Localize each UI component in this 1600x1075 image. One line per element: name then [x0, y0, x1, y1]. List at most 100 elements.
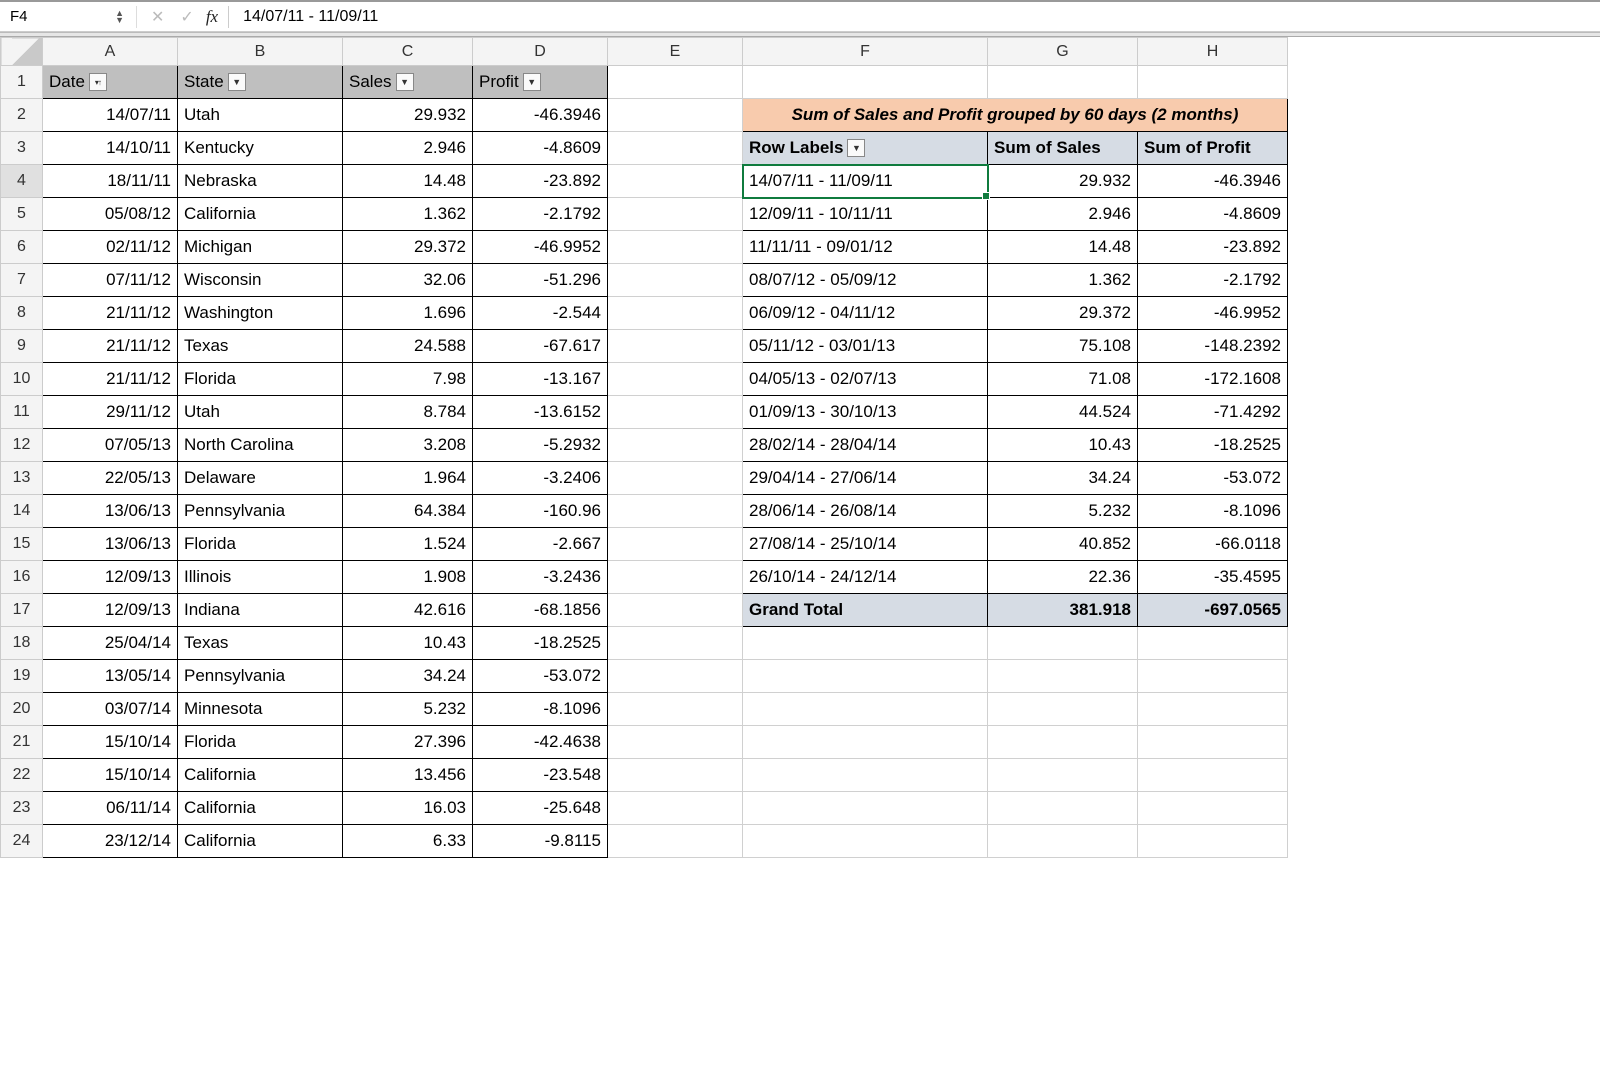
cell[interactable]: [608, 396, 743, 429]
cell-state[interactable]: Utah: [178, 99, 343, 132]
cell-sales[interactable]: 1.696: [343, 297, 473, 330]
cell[interactable]: [988, 660, 1138, 693]
cell-sales[interactable]: 32.06: [343, 264, 473, 297]
cell-profit[interactable]: -5.2932: [473, 429, 608, 462]
cell-date[interactable]: 06/11/14: [43, 792, 178, 825]
pivot-row-sales[interactable]: 75.108: [988, 330, 1138, 363]
cell-sales[interactable]: 1.362: [343, 198, 473, 231]
cancel-icon[interactable]: ✕: [143, 7, 172, 27]
cell-date[interactable]: 05/08/12: [43, 198, 178, 231]
pivot-row-profit[interactable]: -23.892: [1138, 231, 1288, 264]
row-header[interactable]: 13: [1, 462, 43, 495]
pivot-row-sales[interactable]: 29.932: [988, 165, 1138, 198]
column-header[interactable]: C: [343, 38, 473, 66]
filter-dropdown-icon[interactable]: ▼: [523, 73, 541, 91]
row-header[interactable]: 8: [1, 297, 43, 330]
cell-date[interactable]: 13/05/14: [43, 660, 178, 693]
cell-state[interactable]: California: [178, 825, 343, 858]
pivot-row-profit[interactable]: -18.2525: [1138, 429, 1288, 462]
cell-profit[interactable]: -46.3946: [473, 99, 608, 132]
cell-state[interactable]: Wisconsin: [178, 264, 343, 297]
cell-state[interactable]: Pennsylvania: [178, 660, 343, 693]
cell-date[interactable]: 21/11/12: [43, 363, 178, 396]
cell-sales[interactable]: 13.456: [343, 759, 473, 792]
filter-dropdown-icon[interactable]: ▼: [396, 73, 414, 91]
cell[interactable]: [608, 528, 743, 561]
cell-profit[interactable]: -3.2406: [473, 462, 608, 495]
cell-state[interactable]: Florida: [178, 726, 343, 759]
cell[interactable]: [608, 759, 743, 792]
pivot-row-profit[interactable]: -46.9952: [1138, 297, 1288, 330]
pivot-row-sales[interactable]: 5.232: [988, 495, 1138, 528]
name-box[interactable]: F4 ▲▼: [0, 2, 130, 31]
pivot-grand-total-sales[interactable]: 381.918: [988, 594, 1138, 627]
cell-profit[interactable]: -67.617: [473, 330, 608, 363]
cell-state[interactable]: Washington: [178, 297, 343, 330]
pivot-row-label[interactable]: 01/09/13 - 30/10/13: [743, 396, 988, 429]
cell-profit[interactable]: -53.072: [473, 660, 608, 693]
fx-label[interactable]: fx: [202, 7, 228, 27]
pivot-row-sales[interactable]: 1.362: [988, 264, 1138, 297]
pivot-row-label[interactable]: 28/06/14 - 26/08/14: [743, 495, 988, 528]
cell[interactable]: [608, 66, 743, 99]
cell[interactable]: [608, 429, 743, 462]
cell-date[interactable]: 18/11/11: [43, 165, 178, 198]
cell-profit[interactable]: -3.2436: [473, 561, 608, 594]
row-header[interactable]: 4: [1, 165, 43, 198]
row-header[interactable]: 16: [1, 561, 43, 594]
cell[interactable]: [608, 594, 743, 627]
cell[interactable]: [608, 165, 743, 198]
pivot-row-label[interactable]: 29/04/14 - 27/06/14: [743, 462, 988, 495]
cell[interactable]: [608, 627, 743, 660]
column-header[interactable]: E: [608, 38, 743, 66]
column-header[interactable]: B: [178, 38, 343, 66]
row-header[interactable]: 11: [1, 396, 43, 429]
cell-sales[interactable]: 64.384: [343, 495, 473, 528]
cell[interactable]: [1138, 825, 1288, 858]
row-header[interactable]: 20: [1, 693, 43, 726]
cell[interactable]: [1138, 660, 1288, 693]
name-box-stepper[interactable]: ▲▼: [115, 10, 124, 24]
cell-state[interactable]: Illinois: [178, 561, 343, 594]
cell[interactable]: [743, 660, 988, 693]
cell-date[interactable]: 23/12/14: [43, 825, 178, 858]
cell-date[interactable]: 13/06/13: [43, 495, 178, 528]
pivot-row-sales[interactable]: 71.08: [988, 363, 1138, 396]
cell-sales[interactable]: 29.932: [343, 99, 473, 132]
row-header[interactable]: 12: [1, 429, 43, 462]
pivot-row-label[interactable]: 26/10/14 - 24/12/14: [743, 561, 988, 594]
cell[interactable]: [608, 330, 743, 363]
cell[interactable]: [608, 660, 743, 693]
cell-state[interactable]: Pennsylvania: [178, 495, 343, 528]
pivot-row-label[interactable]: 11/11/11 - 09/01/12: [743, 231, 988, 264]
cell-profit[interactable]: -2.667: [473, 528, 608, 561]
pivot-grand-total-label[interactable]: Grand Total: [743, 594, 988, 627]
pivot-row-sales[interactable]: 22.36: [988, 561, 1138, 594]
cell-profit[interactable]: -51.296: [473, 264, 608, 297]
row-header[interactable]: 19: [1, 660, 43, 693]
pivot-row-profit[interactable]: -35.4595: [1138, 561, 1288, 594]
cell-date[interactable]: 14/10/11: [43, 132, 178, 165]
cell-profit[interactable]: -46.9952: [473, 231, 608, 264]
cell-state[interactable]: Utah: [178, 396, 343, 429]
pivot-row-label[interactable]: 04/05/13 - 02/07/13: [743, 363, 988, 396]
pivot-row-label[interactable]: 28/02/14 - 28/04/14: [743, 429, 988, 462]
column-header[interactable]: F: [743, 38, 988, 66]
cell[interactable]: [608, 297, 743, 330]
pivot-row-sales[interactable]: 14.48: [988, 231, 1138, 264]
row-header[interactable]: 18: [1, 627, 43, 660]
cell-date[interactable]: 12/09/13: [43, 561, 178, 594]
pivot-row-sales[interactable]: 40.852: [988, 528, 1138, 561]
pivot-row-profit[interactable]: -53.072: [1138, 462, 1288, 495]
pivot-header-profit[interactable]: Sum of Profit: [1138, 132, 1288, 165]
column-header[interactable]: D: [473, 38, 608, 66]
cell[interactable]: [988, 759, 1138, 792]
pivot-row-profit[interactable]: -66.0118: [1138, 528, 1288, 561]
filter-dropdown-icon[interactable]: ▼: [228, 73, 246, 91]
table-header-profit[interactable]: Profit▼: [473, 66, 608, 99]
pivot-row-label[interactable]: 06/09/12 - 04/11/12: [743, 297, 988, 330]
cell[interactable]: [988, 66, 1138, 99]
pivot-title[interactable]: Sum of Sales and Profit grouped by 60 da…: [743, 99, 1288, 132]
cell-date[interactable]: 21/11/12: [43, 297, 178, 330]
confirm-icon[interactable]: ✓: [172, 7, 201, 27]
